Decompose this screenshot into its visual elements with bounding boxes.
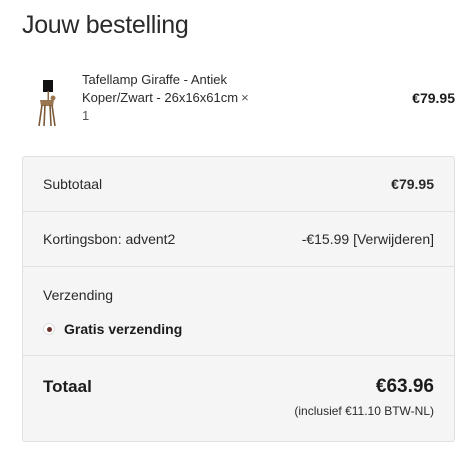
order-item: Tafellamp Giraffe - Antiek Koper/Zwart -… bbox=[22, 70, 455, 130]
product-name: Tafellamp Giraffe - Antiek Koper/Zwart -… bbox=[82, 71, 252, 125]
shipping-label: Verzending bbox=[43, 287, 114, 303]
order-summary: Subtotaal €79.95 Kortingsbon: advent2 -€… bbox=[22, 156, 455, 442]
product-title: Tafellamp Giraffe - Antiek Koper/Zwart -… bbox=[82, 72, 239, 105]
remove-coupon-link[interactable]: [Verwijderen] bbox=[353, 231, 434, 247]
shipping-option-free[interactable]: Gratis verzending bbox=[43, 320, 182, 338]
coupon-row: Kortingsbon: advent2 -€15.99 [Verwijdere… bbox=[23, 212, 454, 267]
subtotal-row: Subtotaal €79.95 bbox=[23, 157, 454, 212]
coupon-label: Kortingsbon: advent2 bbox=[43, 231, 176, 247]
subtotal-label: Subtotaal bbox=[43, 176, 103, 192]
shipping-row: Verzending Gratis verzending bbox=[23, 267, 454, 356]
shipping-option-label: Gratis verzending bbox=[64, 321, 183, 337]
product-price: €79.95 bbox=[412, 90, 455, 106]
tax-note: (inclusief €11.10 BTW-NL) bbox=[294, 404, 434, 418]
giraffe-lamp-thumbnail bbox=[38, 80, 56, 127]
page-title: Jouw bestelling bbox=[22, 11, 189, 39]
total-label: Totaal bbox=[43, 377, 92, 396]
coupon-value-group: -€15.99 [Verwijderen] bbox=[302, 231, 434, 247]
total-row: Totaal €63.96 (inclusief €11.10 BTW-NL) bbox=[23, 356, 454, 442]
radio-selected-icon[interactable] bbox=[43, 323, 55, 335]
coupon-discount: -€15.99 bbox=[301, 231, 350, 247]
subtotal-value: €79.95 bbox=[391, 176, 434, 192]
total-value: €63.96 bbox=[375, 376, 434, 397]
